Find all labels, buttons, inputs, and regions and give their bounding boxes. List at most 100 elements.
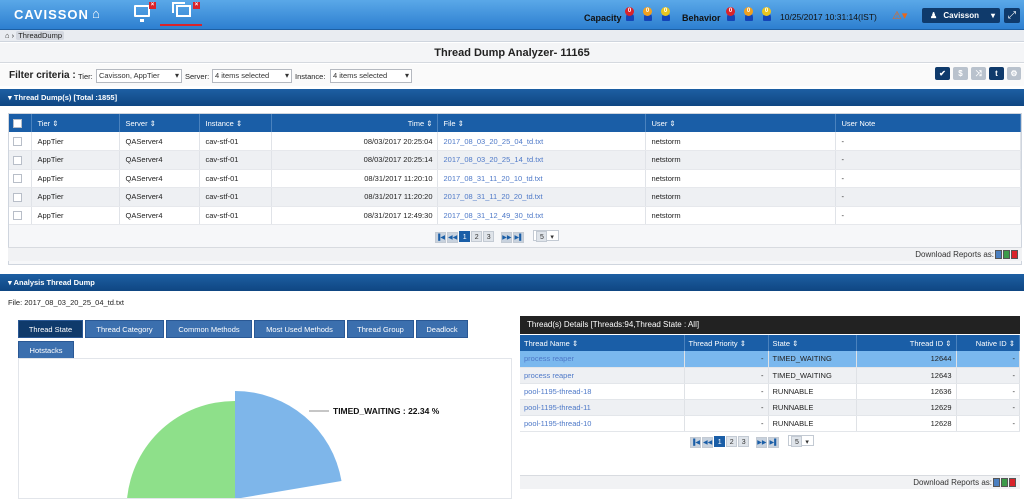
prev-page-icon[interactable]: ◀◀ <box>702 437 714 448</box>
table-row[interactable]: pool-1195-thread-10 - RUNNABLE 12628 - <box>520 415 1020 432</box>
check-icon[interactable]: ✔ <box>935 67 950 80</box>
home-icon[interactable]: ⌂ <box>5 31 10 40</box>
table-row[interactable]: AppTier QAServer4 cav-stf-01 08/31/2017 … <box>9 187 1021 207</box>
column-header[interactable]: User Note <box>835 114 1021 132</box>
table-row[interactable]: pool-1195-thread-18 - RUNNABLE 12636 - <box>520 383 1020 400</box>
page-size-select[interactable]: 5 ▾ <box>533 230 560 242</box>
behavior-label: Behavior <box>682 13 721 23</box>
instance-select[interactable]: 4 items selected <box>330 69 412 83</box>
row-checkbox[interactable] <box>13 174 22 183</box>
column-header[interactable]: User ⇕ <box>645 114 836 132</box>
thread-name-cell[interactable]: pool-1195-thread-18 <box>520 383 685 400</box>
next-page-icon[interactable]: ▶▶ <box>501 232 513 243</box>
close-icon[interactable]: × <box>149 2 156 9</box>
prev-page-icon[interactable]: ◀◀ <box>447 232 459 243</box>
table-row[interactable]: AppTier QAServer4 cav-stf-01 08/03/2017 … <box>9 150 1021 170</box>
column-header[interactable]: File ⇕ <box>437 114 646 132</box>
bell-icon[interactable]: 0 <box>661 7 671 23</box>
user-menu-button[interactable]: ♟ Cavisson ▾ <box>922 8 1000 23</box>
table-row[interactable]: AppTier QAServer4 cav-stf-01 08/03/2017 … <box>9 132 1021 151</box>
tier-select[interactable]: Cavisson, AppTier <box>96 69 182 83</box>
table-row[interactable]: process reaper - TIMED_WAITING 12644 - <box>520 351 1020 368</box>
server-select[interactable]: 4 items selected <box>212 69 292 83</box>
monitor-icon[interactable]: × <box>134 2 156 22</box>
excel-icon[interactable] <box>1001 478 1008 487</box>
word-icon[interactable] <box>995 250 1002 259</box>
bell-icon[interactable]: 0 <box>762 7 772 23</box>
bell-icon[interactable]: 0 <box>643 7 653 23</box>
home-icon[interactable]: ⌂ <box>92 6 100 21</box>
shuffle-icon[interactable]: ⤨ <box>971 67 986 80</box>
top-bar: CAVISSON ⌂ × × Capacity 0 0 0 Behavior 0… <box>0 0 1024 30</box>
page-button[interactable]: 1 <box>459 231 471 242</box>
row-checkbox[interactable] <box>13 211 22 220</box>
tab-most-used-methods[interactable]: Most Used Methods <box>254 320 345 338</box>
column-header[interactable]: Time ⇕ <box>271 114 438 132</box>
settings-icon[interactable]: ⚙ <box>1007 67 1021 80</box>
bell-icon[interactable]: 0 <box>744 7 754 23</box>
column-header[interactable]: Thread ID ⇕ <box>856 335 957 351</box>
column-header[interactable]: Tier ⇕ <box>31 114 120 132</box>
close-icon[interactable]: × <box>193 2 200 9</box>
last-page-icon[interactable]: ▶▌ <box>768 437 780 448</box>
table-row[interactable]: process reaper - TIMED_WAITING 12643 - <box>520 367 1020 384</box>
file-link[interactable]: 2017_08_31_11_20_10_td.txt <box>437 169 646 188</box>
last-page-icon[interactable]: ▶▌ <box>513 232 525 243</box>
dollar-icon[interactable]: $ <box>953 67 968 80</box>
bell-icon[interactable]: 0 <box>726 7 736 23</box>
pdf-icon[interactable] <box>1009 478 1016 487</box>
thread-name-cell[interactable]: process reaper <box>520 351 685 368</box>
row-checkbox[interactable] <box>13 136 22 146</box>
pie-slice-other[interactable] <box>127 400 235 499</box>
column-header[interactable]: Thread Priority ⇕ <box>684 335 769 351</box>
tab-hotstacks[interactable]: Hotstacks <box>18 341 74 359</box>
page-size-select[interactable]: 5 ▾ <box>788 435 815 447</box>
column-header[interactable]: State ⇕ <box>768 335 857 351</box>
file-link[interactable]: 2017_08_31_11_20_20_td.txt <box>437 187 646 207</box>
column-header[interactable]: Native ID ⇕ <box>956 335 1020 351</box>
excel-icon[interactable] <box>1003 250 1010 259</box>
analysis-header[interactable]: ▾ Analysis Thread Dump <box>0 274 1024 291</box>
column-header[interactable]: Server ⇕ <box>119 114 200 132</box>
column-header[interactable]: Instance ⇕ <box>199 114 272 132</box>
tab-deadlock[interactable]: Deadlock <box>416 320 468 338</box>
table-row[interactable]: pool-1195-thread-11 - RUNNABLE 12629 - <box>520 399 1020 416</box>
breadcrumb-current[interactable]: ThreadDump <box>16 31 64 40</box>
page-button[interactable]: 3 <box>483 231 495 242</box>
select-all-checkbox-cell[interactable] <box>9 114 32 132</box>
table-row[interactable]: AppTier QAServer4 cav-stf-01 08/31/2017 … <box>9 206 1021 225</box>
tab-thread-category[interactable]: Thread Category <box>85 320 164 338</box>
native-id-cell: - <box>956 383 1020 400</box>
page-button[interactable]: 2 <box>471 231 483 242</box>
pie-slice-timed-waiting[interactable] <box>235 391 342 499</box>
word-icon[interactable] <box>993 478 1000 487</box>
row-checkbox[interactable] <box>13 155 22 165</box>
file-link[interactable]: 2017_08_03_20_25_14_td.txt <box>437 150 646 170</box>
thread-name-cell[interactable]: pool-1195-thread-10 <box>520 415 685 432</box>
page-button[interactable]: 3 <box>738 436 750 447</box>
table-row[interactable]: AppTier QAServer4 cav-stf-01 08/31/2017 … <box>9 169 1021 188</box>
first-page-icon[interactable]: ▐◀ <box>435 232 446 243</box>
select-all-checkbox[interactable] <box>13 118 22 128</box>
tab-thread-group[interactable]: Thread Group <box>347 320 414 338</box>
tab-thread-state[interactable]: Thread State <box>18 320 83 338</box>
file-link[interactable]: 2017_08_31_12_49_30_td.txt <box>437 206 646 225</box>
page-button[interactable]: 2 <box>726 436 738 447</box>
first-page-icon[interactable]: ▐◀ <box>690 437 701 448</box>
file-link[interactable]: 2017_08_03_20_25_04_td.txt <box>437 132 646 151</box>
pdf-icon[interactable] <box>1011 250 1018 259</box>
user-cell: netstorm <box>645 150 836 170</box>
page-button[interactable]: 1 <box>714 436 726 447</box>
windows-icon[interactable]: × <box>172 2 200 17</box>
thread-name-cell[interactable]: process reaper <box>520 367 685 384</box>
tumblr-icon[interactable]: t <box>989 67 1004 80</box>
column-header[interactable]: Thread Name ⇕ <box>520 335 685 351</box>
thread-name-cell[interactable]: pool-1195-thread-11 <box>520 399 685 416</box>
row-checkbox[interactable] <box>13 192 22 202</box>
alert-icon[interactable]: ⚠▾ <box>892 9 907 22</box>
expand-icon[interactable]: ⤢ <box>1004 8 1020 23</box>
tab-common-methods[interactable]: Common Methods <box>166 320 252 338</box>
thread-dumps-header[interactable]: ▾ Thread Dump(s) [Total :1855] <box>0 89 1024 106</box>
next-page-icon[interactable]: ▶▶ <box>756 437 768 448</box>
bell-icon[interactable]: 0 <box>625 7 635 23</box>
